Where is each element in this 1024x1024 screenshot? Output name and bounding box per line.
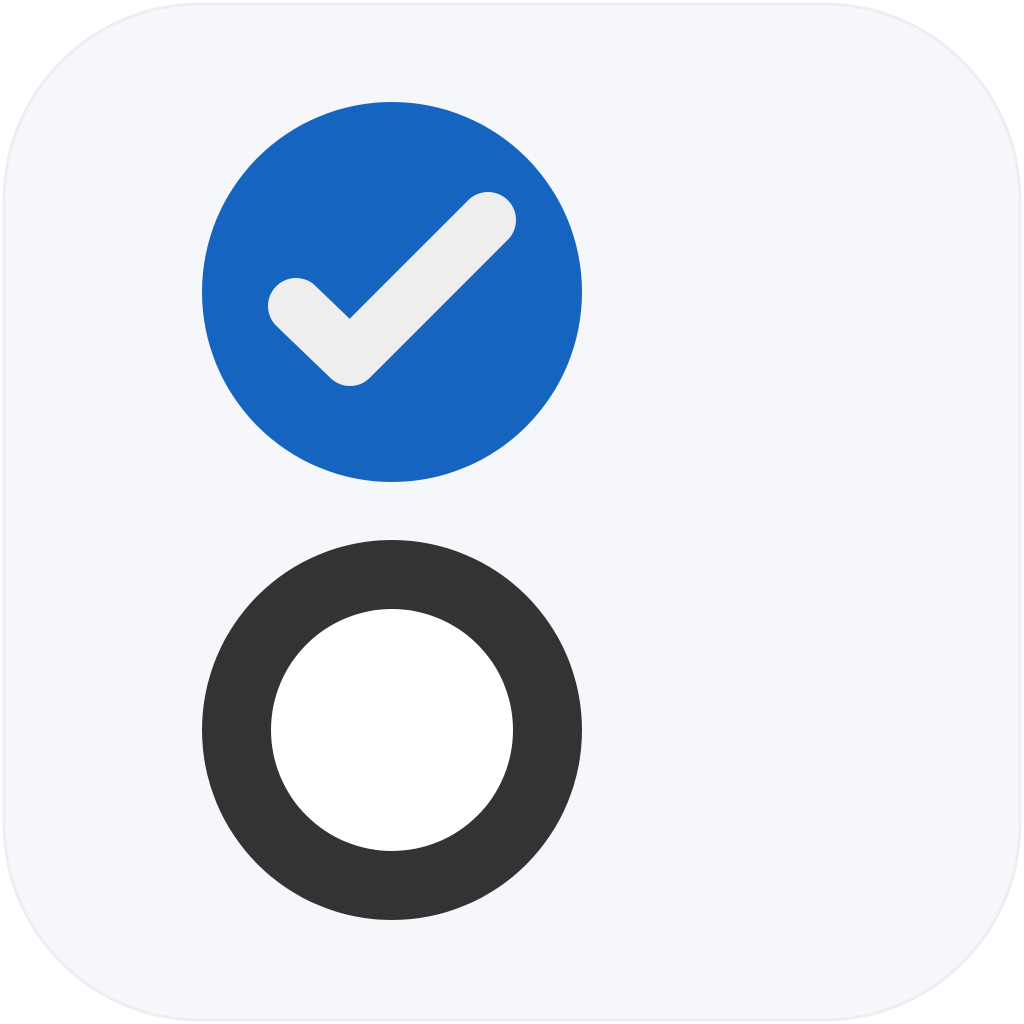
checklist-app-icon — [0, 0, 1024, 1024]
checked-circle-icon — [202, 102, 582, 482]
checklist-icon — [2, 2, 1022, 1022]
unchecked-circle-center — [271, 609, 513, 851]
unchecked-circle-icon — [202, 540, 582, 920]
